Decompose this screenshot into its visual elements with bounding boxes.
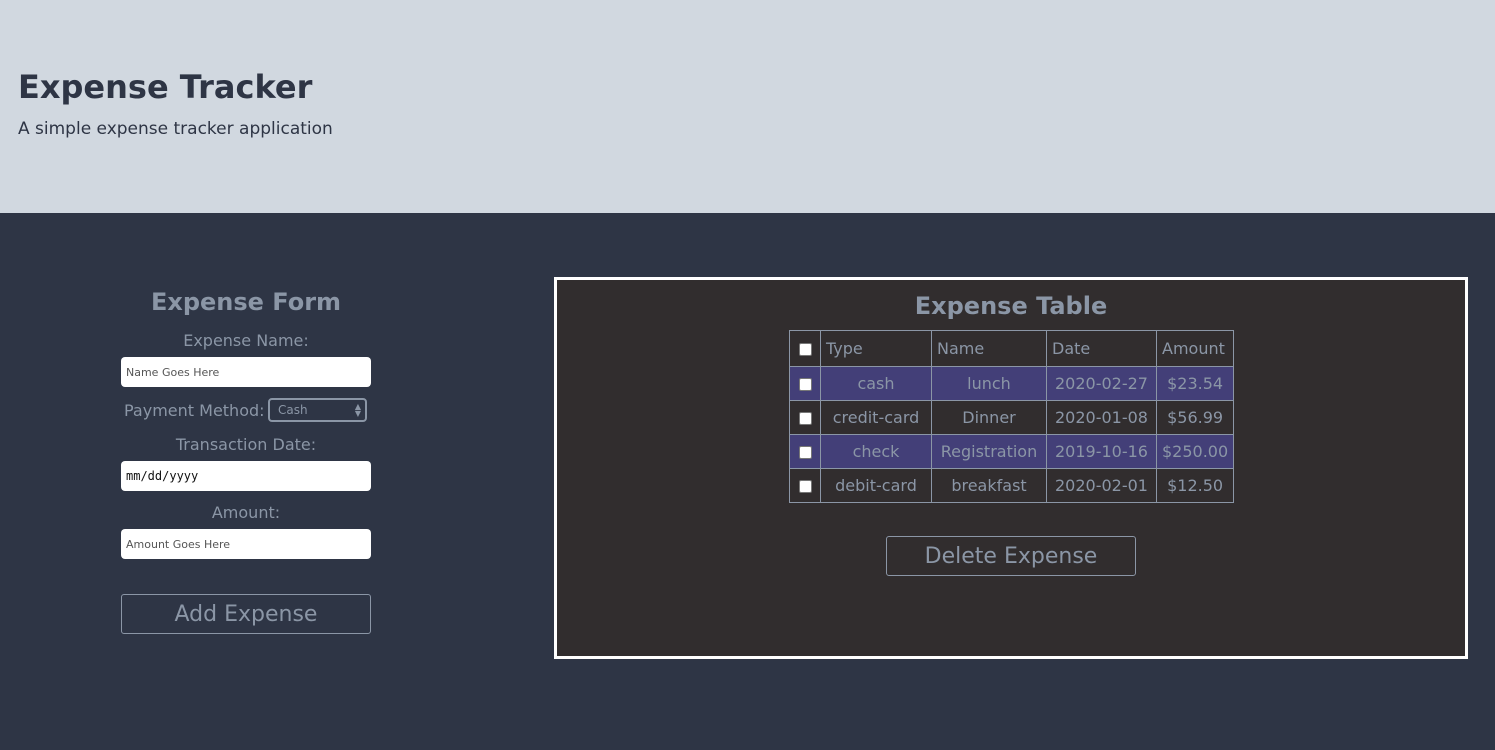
- expense-table: Type Name Date Amount cash lunch 2020-02…: [789, 330, 1235, 503]
- column-header-type[interactable]: Type: [820, 330, 932, 367]
- expense-name-input[interactable]: [121, 357, 371, 387]
- transaction-date-label: Transaction Date:: [175, 435, 317, 454]
- select-all-checkbox[interactable]: [798, 343, 812, 356]
- select-arrows-icon: ▲ ▼: [354, 402, 361, 418]
- form-title: Expense Form: [150, 288, 342, 316]
- row-checkbox[interactable]: [798, 378, 812, 391]
- main-content: Expense Form Expense Name: Payment Metho…: [0, 213, 1495, 750]
- payment-method-row: Payment Method: Cash ▲ ▼: [121, 398, 371, 422]
- cell-name: breakfast: [931, 468, 1047, 503]
- row-checkbox[interactable]: [798, 480, 812, 493]
- app-subtitle: A simple expense tracker application: [18, 119, 333, 139]
- table-title: Expense Table: [914, 292, 1108, 320]
- column-header-amount[interactable]: Amount: [1155, 330, 1235, 367]
- delete-expense-button[interactable]: Delete Expense: [886, 536, 1136, 576]
- column-header-name[interactable]: Name: [931, 330, 1047, 367]
- cell-type: debit-card: [820, 468, 932, 503]
- cell-type: check: [820, 434, 932, 469]
- row-select-cell: [789, 434, 821, 469]
- add-expense-button[interactable]: Add Expense: [121, 594, 371, 634]
- cell-amount: $250.00: [1155, 434, 1235, 469]
- payment-method-select[interactable]: Cash ▲ ▼: [268, 398, 367, 422]
- cell-date: 2020-01-08: [1046, 400, 1157, 435]
- row-checkbox[interactable]: [798, 446, 812, 459]
- column-header-date[interactable]: Date: [1046, 330, 1157, 367]
- payment-method-value: Cash: [278, 403, 308, 417]
- page-header: Expense Tracker A simple expense tracker…: [0, 0, 1495, 213]
- cell-type: credit-card: [820, 400, 932, 435]
- transaction-date-input[interactable]: mm/dd/yyyy: [121, 461, 371, 491]
- cell-date: 2020-02-27: [1046, 366, 1157, 401]
- cell-amount: $23.54: [1155, 366, 1235, 401]
- cell-name: Registration: [931, 434, 1047, 469]
- app-title: Expense Tracker: [18, 68, 313, 106]
- table-row[interactable]: check Registration 2019-10-16 $250.00: [789, 434, 1235, 469]
- row-select-cell: [789, 468, 821, 503]
- cell-name: lunch: [931, 366, 1047, 401]
- cell-type: cash: [820, 366, 932, 401]
- expense-table-panel: Expense Table Type Name Date Amount cash…: [554, 277, 1468, 659]
- expense-name-label: Expense Name:: [183, 331, 309, 350]
- row-select-cell: [789, 366, 821, 401]
- amount-label: Amount:: [211, 503, 281, 522]
- row-select-cell: [789, 400, 821, 435]
- table-row[interactable]: cash lunch 2020-02-27 $23.54: [789, 366, 1235, 401]
- payment-method-label: Payment Method:: [124, 401, 265, 420]
- select-all-cell: [789, 330, 821, 367]
- cell-date: 2019-10-16: [1046, 434, 1157, 469]
- cell-date: 2020-02-01: [1046, 468, 1157, 503]
- row-checkbox[interactable]: [798, 412, 812, 425]
- cell-amount: $56.99: [1155, 400, 1235, 435]
- table-row[interactable]: credit-card Dinner 2020-01-08 $56.99: [789, 400, 1235, 435]
- table-row[interactable]: debit-card breakfast 2020-02-01 $12.50: [789, 468, 1235, 503]
- amount-input[interactable]: [121, 529, 371, 559]
- cell-amount: $12.50: [1155, 468, 1235, 503]
- table-header-row: Type Name Date Amount: [789, 330, 1235, 367]
- cell-name: Dinner: [931, 400, 1047, 435]
